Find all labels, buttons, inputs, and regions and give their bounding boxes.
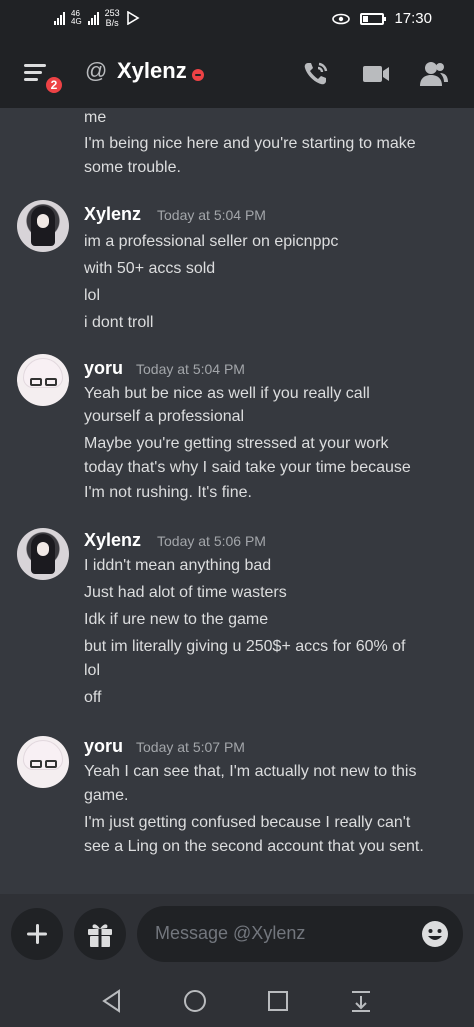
message-timestamp: Today at 5:07 PM bbox=[136, 739, 245, 755]
message-author[interactable]: Xylenz bbox=[84, 530, 141, 551]
network-label: 4G bbox=[71, 17, 82, 26]
menu-button[interactable]: 2 bbox=[22, 60, 64, 96]
system-nav-bar bbox=[0, 974, 474, 1027]
eye-comfort-icon bbox=[332, 13, 351, 24]
message-line: today that's why I said take your time b… bbox=[84, 459, 411, 476]
emoji-icon[interactable] bbox=[421, 920, 449, 948]
dnd-status-icon bbox=[192, 69, 204, 81]
network-indicator: 46 4G bbox=[71, 10, 82, 26]
avatar[interactable] bbox=[17, 354, 69, 406]
battery-icon bbox=[360, 12, 387, 25]
message-line: off bbox=[84, 689, 102, 706]
message-line: me bbox=[84, 109, 107, 126]
back-icon[interactable] bbox=[99, 988, 125, 1014]
message-line: yourself a professional bbox=[84, 408, 245, 425]
plus-icon bbox=[27, 924, 47, 944]
gift-button[interactable] bbox=[74, 908, 126, 960]
message-line: but im literally giving u 250$+ accs for… bbox=[84, 638, 406, 655]
menu-icon bbox=[24, 64, 46, 67]
channel-header: 2 @ Xylenz bbox=[0, 38, 474, 108]
message-line: lol bbox=[84, 662, 101, 679]
message-line: some trouble. bbox=[84, 159, 181, 176]
network-speed: 253 B/s bbox=[105, 8, 120, 28]
message-line: I'm being nice here and you're starting … bbox=[84, 135, 416, 152]
add-attachment-button[interactable] bbox=[11, 908, 63, 960]
notification-badge: 2 bbox=[44, 75, 64, 95]
members-icon[interactable] bbox=[418, 58, 450, 90]
status-right: 17:30 bbox=[332, 10, 432, 27]
message-input[interactable]: Message @Xylenz bbox=[137, 906, 463, 962]
avatar[interactable] bbox=[17, 200, 69, 252]
message-line: see a Ling on the second account that yo… bbox=[84, 838, 424, 855]
avatar[interactable] bbox=[17, 528, 69, 580]
avatar[interactable] bbox=[17, 736, 69, 788]
notification-pull-icon[interactable] bbox=[348, 988, 374, 1014]
channel-name[interactable]: Xylenz bbox=[117, 58, 187, 84]
video-icon[interactable] bbox=[360, 58, 392, 90]
clock: 17:30 bbox=[394, 10, 432, 27]
gift-icon bbox=[88, 924, 112, 947]
message-line: Yeah I can see that, I'm actually not ne… bbox=[84, 763, 417, 780]
message-line: Maybe you're getting stressed at your wo… bbox=[84, 435, 389, 452]
signal-icon-2 bbox=[87, 11, 99, 25]
menu-icon-bar bbox=[24, 78, 38, 81]
message-line: I'm just getting confused because I real… bbox=[84, 814, 411, 831]
speed-unit: B/s bbox=[105, 18, 119, 28]
message-line: lol bbox=[84, 287, 101, 304]
message-author[interactable]: yoru bbox=[84, 358, 123, 379]
message-line: Idk if ure new to the game bbox=[84, 611, 269, 628]
at-icon: @ bbox=[85, 58, 108, 83]
message-author[interactable]: Xylenz bbox=[84, 204, 141, 225]
signal-icon bbox=[54, 11, 65, 25]
message-list[interactable]: me I'm being nice here and you're starti… bbox=[0, 108, 474, 894]
recents-icon[interactable] bbox=[265, 988, 291, 1014]
composer-bar: Message @Xylenz bbox=[0, 894, 474, 974]
message-line: i dont troll bbox=[84, 314, 154, 331]
menu-icon-bar bbox=[24, 71, 42, 74]
speed-value: 253 bbox=[104, 8, 120, 18]
message-timestamp: Today at 5:04 PM bbox=[136, 361, 245, 377]
message-line: with 50+ accs sold bbox=[84, 260, 216, 277]
message-line: Just had alot of time wasters bbox=[84, 584, 287, 601]
message-line: I iddn't mean anything bad bbox=[84, 557, 272, 574]
home-icon[interactable] bbox=[182, 988, 208, 1014]
message-timestamp: Today at 5:06 PM bbox=[157, 533, 266, 549]
play-store-icon bbox=[126, 11, 140, 25]
message-line: im a professional seller on epicnppc bbox=[84, 233, 339, 250]
message-line: Yeah but be nice as well if you really c… bbox=[84, 385, 370, 402]
status-bar: 46 4G 253 B/s 17:30 bbox=[0, 0, 474, 38]
message-line: game. bbox=[84, 787, 129, 804]
message-line: I'm not rushing. It's fine. bbox=[84, 484, 252, 501]
message-author[interactable]: yoru bbox=[84, 736, 123, 757]
status-left: 46 4G 253 B/s bbox=[54, 8, 140, 28]
message-input-placeholder: Message @Xylenz bbox=[155, 923, 306, 943]
call-icon[interactable] bbox=[300, 58, 332, 90]
message-timestamp: Today at 5:04 PM bbox=[157, 207, 266, 223]
